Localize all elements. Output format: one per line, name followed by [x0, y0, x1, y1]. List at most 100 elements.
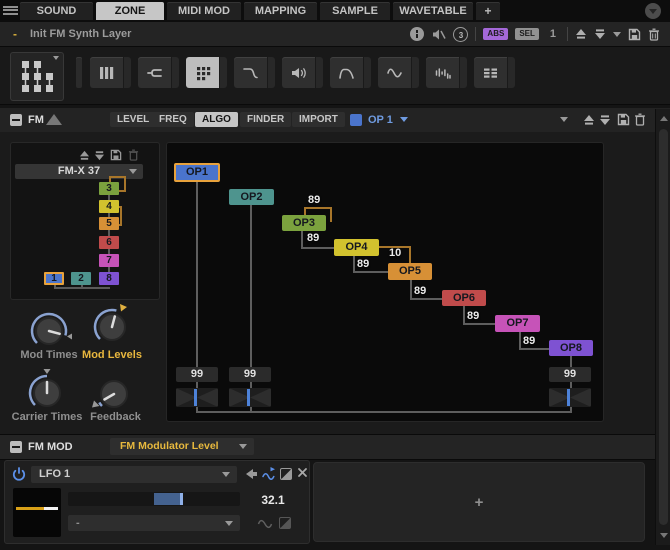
op4-op5-amount[interactable]: 89	[357, 258, 369, 270]
tab-sample[interactable]: SAMPLE	[320, 2, 390, 20]
device-shape-icon[interactable]	[46, 114, 62, 125]
module-lfo-button[interactable]	[378, 57, 411, 88]
mini-op7[interactable]: 7	[99, 254, 119, 267]
lfo-waveform-display[interactable]	[13, 488, 61, 537]
op7-node[interactable]: OP7	[495, 315, 540, 332]
op-selector-caret-icon[interactable]	[400, 117, 408, 122]
module-expand-strip[interactable]	[267, 57, 275, 88]
op1-level-box[interactable]: 99	[176, 367, 218, 382]
modulation-route-icon[interactable]	[262, 466, 276, 481]
fm-tab-finder[interactable]: FINDER	[240, 112, 291, 127]
mini-op6[interactable]: 6	[99, 236, 119, 249]
move-up-icon[interactable]	[583, 114, 595, 126]
move-down-icon[interactable]	[599, 114, 611, 126]
module-expand-strip[interactable]	[123, 57, 131, 88]
op4-node[interactable]: OP4	[334, 239, 379, 256]
op4-op5-loop-amount[interactable]: 10	[389, 247, 401, 259]
module-expand-strip[interactable]	[171, 57, 179, 88]
curve-icon-disabled[interactable]	[257, 518, 273, 530]
module-expand-strip[interactable]	[315, 57, 323, 88]
op2-node[interactable]: OP2	[229, 189, 274, 205]
mod-destination-dropdown[interactable]: -	[68, 515, 240, 531]
voice-count-icon[interactable]: 3	[453, 27, 468, 42]
module-tuner-button[interactable]	[138, 57, 171, 88]
power-icon[interactable]	[12, 467, 26, 481]
fm-tab-algo[interactable]: ALGO	[195, 112, 238, 127]
close-icon[interactable]	[297, 467, 308, 480]
vertical-scrollbar[interactable]	[655, 109, 670, 545]
fm-tab-import[interactable]: IMPORT	[292, 112, 345, 127]
chain-slot-strip[interactable]	[76, 57, 82, 88]
mini-op4[interactable]: 4	[99, 200, 119, 213]
tab-wavetable[interactable]: WAVETABLE	[393, 2, 473, 20]
tab-mapping[interactable]: MAPPING	[244, 2, 317, 20]
scroll-down-icon[interactable]	[660, 533, 668, 538]
mini-op2[interactable]: 2	[71, 272, 91, 285]
info-icon[interactable]	[410, 27, 424, 41]
op2-level-box[interactable]: 99	[229, 367, 271, 382]
mod-levels-knob[interactable]	[87, 302, 137, 352]
mute-icon[interactable]	[431, 27, 446, 42]
fm-tab-level[interactable]: LEVEL	[110, 112, 156, 127]
delete-icon[interactable]	[634, 113, 646, 126]
scroll-up-icon[interactable]	[660, 116, 668, 121]
collapse-section-icon[interactable]	[10, 114, 22, 126]
menu-icon[interactable]	[3, 4, 18, 18]
module-decay-env-button[interactable]	[234, 57, 267, 88]
modulator-type-dropdown[interactable]: LFO 1	[31, 466, 237, 483]
slider-handle[interactable]	[180, 493, 183, 505]
add-modulator-slot[interactable]: +	[313, 462, 645, 542]
module-routing-button[interactable]	[474, 57, 507, 88]
module-expand-strip[interactable]	[459, 57, 467, 88]
module-keyboard-button[interactable]	[90, 57, 123, 88]
module-expand-strip[interactable]	[507, 57, 515, 88]
op-color-swatch[interactable]	[350, 114, 362, 126]
op8-pan-widget[interactable]	[549, 388, 591, 407]
module-fm-matrix-button[interactable]	[186, 57, 219, 88]
op2-pan-widget[interactable]	[229, 388, 271, 407]
back-arrow-icon[interactable]	[245, 468, 258, 480]
fm-tab-freq[interactable]: FREQ	[152, 112, 194, 127]
op5-op6-amount[interactable]: 89	[414, 285, 426, 297]
op1-pan-widget[interactable]	[176, 388, 218, 407]
sel-mode-badge[interactable]: SEL	[515, 28, 539, 40]
edit-curve-icon-disabled[interactable]	[279, 517, 291, 529]
collapse-section-icon[interactable]	[10, 441, 22, 453]
edit-curve-icon[interactable]	[280, 468, 292, 480]
scrollbar-thumb[interactable]	[659, 129, 668, 525]
tab-zone[interactable]: ZONE	[96, 2, 164, 20]
module-envelope-button[interactable]	[330, 57, 363, 88]
dropdown-caret-icon[interactable]	[613, 32, 621, 37]
move-down-icon[interactable]	[594, 28, 606, 40]
fm-device-button[interactable]	[10, 52, 64, 101]
op5-node[interactable]: OP5	[388, 263, 432, 280]
delete-preset-icon[interactable]	[128, 149, 139, 161]
module-amp-button[interactable]	[282, 57, 315, 88]
save-icon[interactable]	[617, 113, 630, 126]
mini-op3[interactable]: 3	[99, 182, 119, 195]
next-preset-icon[interactable]	[94, 150, 105, 161]
fm-algorithm-matrix[interactable]: OP1 OP2 OP3 OP4 OP5 OP6 OP7 OP8 89 89 10…	[166, 142, 604, 422]
mod-target-dropdown[interactable]: FM Modulator Level	[110, 438, 254, 455]
module-expand-strip[interactable]	[219, 57, 227, 88]
mini-op8[interactable]: 8	[99, 272, 119, 285]
op-selector[interactable]: OP 1	[368, 114, 393, 126]
module-expand-strip[interactable]	[363, 57, 371, 88]
save-icon[interactable]	[628, 28, 641, 41]
move-up-icon[interactable]	[575, 28, 587, 40]
tab-sound[interactable]: SOUND	[20, 2, 93, 20]
collapse-editor-button[interactable]	[645, 3, 661, 19]
module-spectrum-button[interactable]	[426, 57, 459, 88]
op8-level-box[interactable]: 99	[549, 367, 591, 382]
op8-node[interactable]: OP8	[549, 340, 593, 356]
op1-node[interactable]: OP1	[174, 163, 220, 182]
mini-op1[interactable]: 1	[44, 272, 64, 285]
op3-node[interactable]: OP3	[282, 215, 326, 231]
mini-op5[interactable]: 5	[99, 217, 119, 230]
mod-amount-value[interactable]: 32.1	[253, 493, 293, 507]
preset-slot-caret-icon[interactable]	[560, 117, 568, 122]
op3-feedback-amount[interactable]: 89	[308, 194, 320, 206]
op6-node[interactable]: OP6	[442, 290, 486, 306]
save-preset-icon[interactable]	[110, 149, 122, 161]
prev-preset-icon[interactable]	[79, 150, 90, 161]
